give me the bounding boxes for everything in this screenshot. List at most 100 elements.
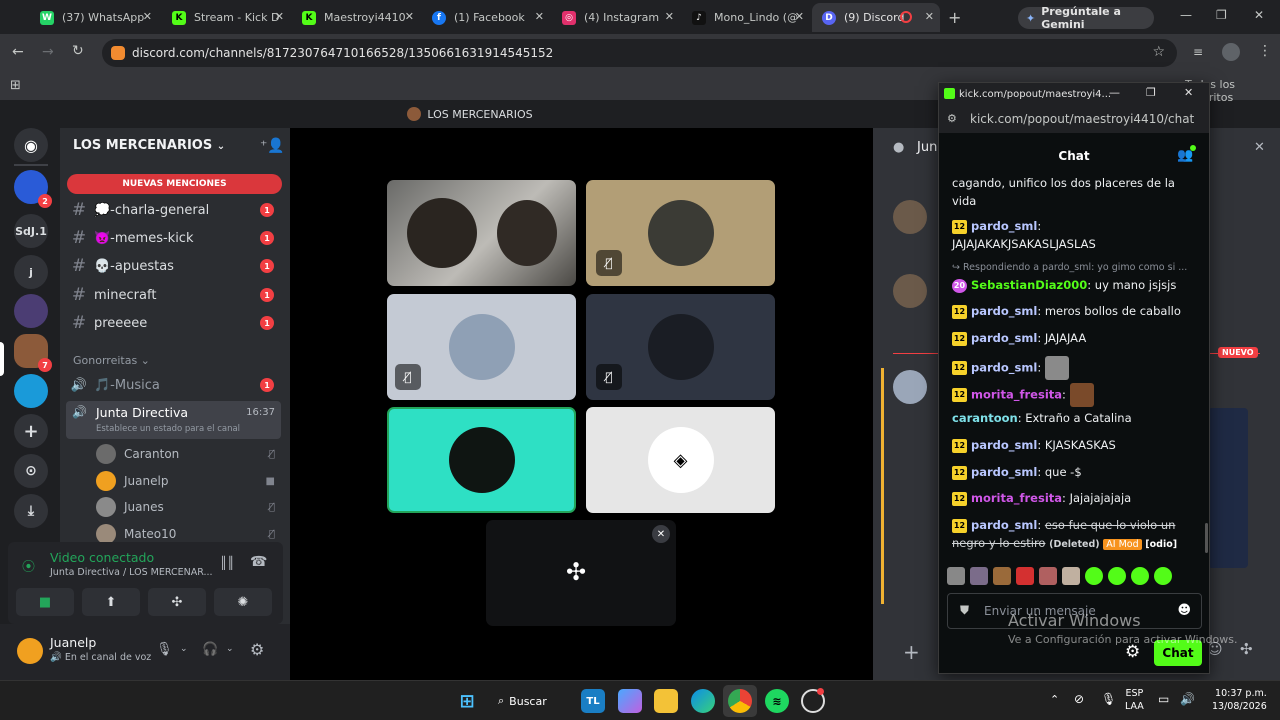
emote-icon[interactable] (1062, 567, 1080, 585)
voice-user[interactable]: Juanelp ■ (96, 469, 281, 493)
channel-item-preeeee[interactable]: # preeeee 1 (68, 310, 282, 336)
apps-grid-icon[interactable]: ⊞ (10, 78, 21, 93)
close-icon[interactable]: ✕ (665, 10, 674, 23)
emote-icon[interactable] (1039, 567, 1057, 585)
video-tile-user-speaking[interactable] (387, 407, 576, 513)
close-window-button[interactable]: ✕ (1254, 8, 1264, 22)
activities-button[interactable]: ✣ (148, 588, 206, 616)
new-tab-button[interactable]: + (948, 8, 961, 27)
tab-tiktok[interactable]: ♪ Mono_Lindo (@ ✕ (682, 3, 810, 32)
activity-tile[interactable]: ✣ ✕ (486, 520, 676, 626)
chevron-up-icon[interactable]: ⌃ (1050, 693, 1059, 706)
minimize-button[interactable]: — (1180, 8, 1192, 22)
screen-share-button[interactable]: ⬆ (82, 588, 140, 616)
disconnect-icon[interactable]: ☎ (250, 554, 267, 570)
emote-icon[interactable] (1108, 567, 1126, 585)
close-icon[interactable]: ✕ (925, 10, 934, 23)
address-bar[interactable]: discord.com/channels/817230764710166528/… (102, 39, 1177, 67)
site-info-icon[interactable] (111, 46, 125, 60)
mic-icon[interactable]: 🎙 (156, 642, 173, 657)
tab-discord[interactable]: D (9) Discord ✕ (812, 3, 940, 32)
video-tile-user[interactable]: 🎙̸ (387, 294, 576, 400)
chat-username[interactable]: pardo_sml (971, 219, 1037, 233)
network-icon[interactable]: ▭ (1158, 692, 1169, 706)
channel-item-charla-general[interactable]: # 💭-charla-general 1 (68, 197, 282, 223)
gear-icon[interactable]: ⚙ (250, 640, 264, 659)
emote-icon[interactable] (970, 567, 988, 585)
download-icon[interactable]: ⤓ (14, 494, 48, 528)
voice-channel-junta-directiva[interactable]: 🔊 Junta Directiva 16:37 Establece un est… (66, 401, 281, 439)
maximize-button[interactable]: ❐ (1216, 8, 1227, 22)
tab-kick-stream[interactable]: K Stream - Kick D ✕ (162, 3, 290, 32)
tab-facebook[interactable]: f (1) Facebook ✕ (422, 3, 550, 32)
server-icon[interactable]: SdJ.1 (14, 214, 48, 248)
discover-icon[interactable]: ⊙ (14, 454, 48, 488)
add-attachment-icon[interactable]: + (903, 640, 920, 664)
popup-url-bar[interactable]: ⚙ kick.com/popout/maestroyi4410/chat (939, 105, 1209, 133)
search-button[interactable]: ⌕ Buscar (498, 689, 568, 713)
voice-user[interactable]: Juanes 🎙̸ (96, 495, 281, 519)
server-icon-los-mercenarios[interactable]: 7 (14, 334, 52, 372)
avatar[interactable] (17, 638, 43, 664)
tab-whatsapp[interactable]: W (37) WhatsApp ✕ (30, 3, 158, 32)
close-icon[interactable]: ✕ (405, 10, 414, 23)
gemini-button[interactable]: ✦ Pregúntale a Gemini (1018, 5, 1154, 31)
server-icon[interactable]: 2 (14, 170, 52, 208)
camera-button[interactable]: ■ (16, 588, 74, 616)
connection-location[interactable]: Junta Directiva / LOS MERCENAR... (50, 567, 213, 578)
chat-username[interactable]: morita_fresita (971, 491, 1062, 505)
video-tile-user[interactable]: 🎙̸ (586, 294, 775, 400)
close-icon[interactable]: ✕ (1254, 140, 1265, 155)
bookmark-star-icon[interactable]: ☆ (1152, 44, 1165, 60)
reply-context[interactable]: ↪ Respondiendo a pardo_sml: yo gimo como… (952, 262, 1187, 273)
profile-avatar[interactable] (1222, 43, 1240, 61)
chevron-down-icon[interactable]: ⌄ (226, 644, 234, 654)
chat-username[interactable]: pardo_sml (971, 465, 1037, 479)
emote-icon[interactable] (993, 567, 1011, 585)
emote-icon[interactable] (1085, 567, 1103, 585)
reload-icon[interactable]: ↻ (72, 43, 84, 59)
category-gonorreitas[interactable]: Gonorreitas ⌄ (73, 354, 150, 367)
back-icon[interactable]: ← (12, 44, 24, 60)
language-indicator[interactable]: ESP LAA (1125, 687, 1144, 713)
emote-icon[interactable] (1016, 567, 1034, 585)
channel-item-musica[interactable]: 🔊 🎵-Musica 1 (68, 372, 282, 398)
channel-item-memes-kick[interactable]: # 👿-memes-kick 1 (68, 225, 282, 251)
close-icon[interactable]: ✕ (652, 525, 670, 543)
chat-username[interactable]: carantoon (952, 411, 1018, 425)
add-server-icon[interactable]: + (14, 414, 48, 448)
chat-username[interactable]: pardo_sml (971, 361, 1037, 375)
clock[interactable]: 10:37 p.m. 13/08/2026 (1212, 687, 1267, 713)
new-mentions-button[interactable]: NUEVAS MENCIONES (67, 174, 282, 194)
minimize-button[interactable]: — (1109, 86, 1120, 99)
chat-username[interactable]: morita_fresita (971, 388, 1062, 402)
chat-username[interactable]: SebastianDiaz000 (971, 278, 1087, 292)
video-tile-camera[interactable] (387, 180, 576, 286)
add-member-icon[interactable]: ⁺👤 (260, 138, 285, 154)
reading-list-icon[interactable]: ≡ (1193, 45, 1203, 59)
server-icon[interactable] (14, 374, 48, 408)
emote-icon[interactable] (947, 567, 965, 585)
chat-username[interactable]: pardo_sml (971, 331, 1037, 345)
chat-username[interactable]: pardo_sml (971, 304, 1037, 318)
menu-icon[interactable]: ⋮ (1258, 43, 1272, 59)
video-tile-user[interactable]: 🎙̸ (586, 180, 775, 286)
server-name[interactable]: LOS MERCENARIOS ⌄ (73, 138, 225, 153)
chrome-icon[interactable] (728, 689, 752, 713)
noise-suppression-icon[interactable]: ║║ (220, 556, 234, 570)
file-explorer-icon[interactable] (654, 689, 678, 713)
server-icon[interactable] (14, 294, 48, 328)
edge-icon[interactable] (691, 689, 715, 713)
channel-item-apuestas[interactable]: # 💀-apuestas 1 (68, 253, 282, 279)
spotify-icon[interactable]: ≋ (765, 689, 789, 713)
embed-image[interactable] (1208, 408, 1248, 568)
emote-icon[interactable] (1131, 567, 1149, 585)
windows-start-icon[interactable]: ⊞ (455, 689, 479, 713)
voice-user[interactable]: Caranton 🎙̸ (96, 442, 281, 466)
mic-icon[interactable]: 🎙 (1101, 692, 1116, 706)
video-tile-user[interactable]: ◈ (586, 407, 775, 513)
volume-icon[interactable]: 🔊 (1180, 692, 1195, 706)
close-window-button[interactable]: ✕ (1184, 86, 1193, 99)
forward-icon[interactable]: → (42, 44, 54, 60)
site-info-icon[interactable]: ⚙ (947, 112, 957, 125)
